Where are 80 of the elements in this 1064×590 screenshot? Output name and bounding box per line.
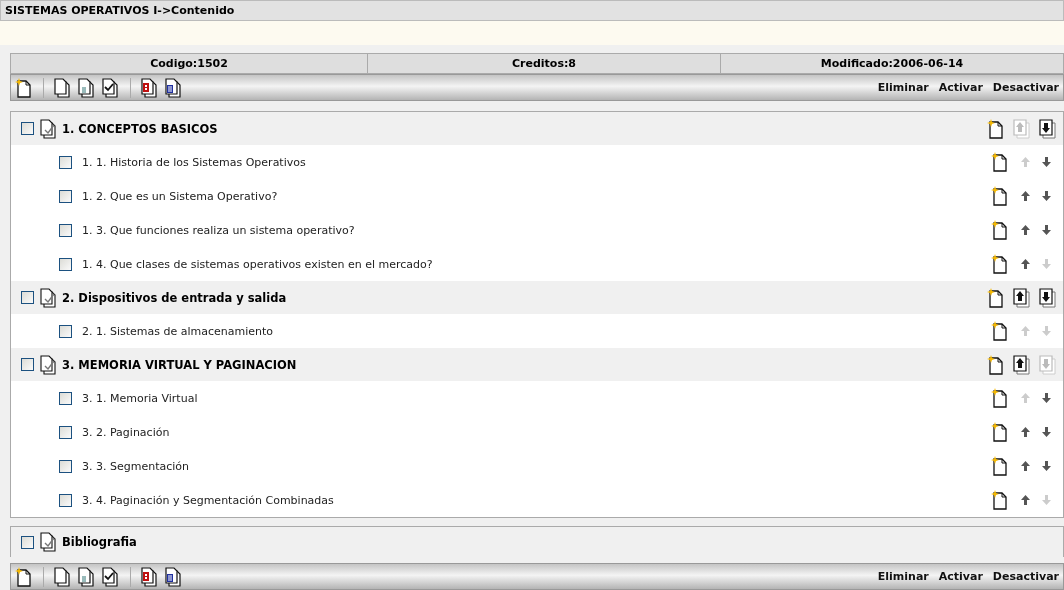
pages-icon[interactable] [78, 77, 96, 98]
checked-pages-icon[interactable] [102, 77, 120, 98]
checked-document-icon [40, 118, 58, 139]
item-title[interactable]: 3. 2. Paginación [82, 425, 170, 439]
checkbox[interactable] [59, 189, 72, 203]
section-title[interactable]: 2. Dispositivos de entrada y salida [62, 290, 287, 305]
new-page-icon[interactable] [991, 456, 1009, 476]
down-arrow-icon[interactable] [1042, 225, 1051, 235]
info-cell: Creditos:8 [367, 54, 720, 73]
action-link[interactable]: Activar [938, 81, 983, 94]
new-page-icon[interactable] [15, 566, 33, 587]
down-arrow-icon[interactable] [1042, 157, 1051, 167]
item-title[interactable]: 3. 4. Paginación y Segmentación Combinadas [82, 493, 334, 507]
info-cell-text: Codigo:1502 [149, 56, 229, 72]
down-arrow-icon[interactable] [1042, 191, 1051, 201]
up-arrow-icon[interactable] [1021, 259, 1030, 269]
item-title[interactable]: 2. 1. Sistemas de almacenamiento [82, 324, 274, 338]
checkbox[interactable] [59, 493, 72, 507]
new-page-icon[interactable] [991, 220, 1009, 240]
move-down-icon[interactable] [1039, 118, 1057, 139]
marked-pages-icon[interactable] [141, 566, 159, 587]
checkbox[interactable] [59, 459, 72, 473]
new-page-icon[interactable] [987, 354, 1005, 375]
text-pages-icon[interactable] [165, 77, 183, 98]
checkbox[interactable] [59, 391, 72, 405]
checked-document-icon [40, 287, 58, 308]
new-page-icon[interactable] [991, 422, 1009, 442]
down-arrow-icon[interactable] [1042, 461, 1051, 471]
item-title[interactable]: 3. 1. Memoria Virtual [82, 391, 198, 405]
copy-pages-icon[interactable] [54, 566, 72, 587]
down-arrow-icon[interactable] [1042, 427, 1051, 437]
new-page-icon[interactable] [987, 287, 1005, 308]
checked-document-icon [40, 354, 58, 375]
checkbox[interactable] [59, 155, 72, 169]
up-arrow-icon[interactable] [1021, 191, 1030, 201]
text-pages-icon[interactable] [165, 566, 183, 587]
new-page-icon[interactable] [987, 118, 1005, 139]
checkbox[interactable] [59, 223, 72, 237]
section-title[interactable]: Bibliografia [62, 535, 137, 549]
marked-pages-icon[interactable] [141, 77, 159, 98]
checked-document-icon [40, 532, 58, 552]
info-cell: Modificado:2006-06-14 [720, 54, 1063, 73]
up-arrow-icon[interactable] [1021, 461, 1030, 471]
new-page-icon[interactable] [991, 186, 1009, 206]
page-title: SISTEMAS OPERATIVOS I->Contenido [0, 0, 1064, 21]
item-title[interactable]: 1. 1. Historia de los Sistemas Operativos [82, 155, 306, 169]
checkbox[interactable] [59, 425, 72, 439]
item-title[interactable]: 3. 3. Segmentación [82, 459, 190, 473]
up-arrow-icon[interactable] [1021, 495, 1030, 505]
checkbox[interactable] [21, 291, 34, 304]
action-link[interactable]: Desactivar [992, 570, 1059, 583]
move-up-icon[interactable] [1013, 354, 1031, 375]
up-arrow-icon[interactable] [1021, 427, 1030, 437]
checkbox[interactable] [21, 535, 34, 549]
action-link[interactable]: Eliminar [877, 570, 929, 583]
new-page-icon[interactable] [991, 321, 1009, 341]
checkbox[interactable] [21, 122, 34, 135]
up-arrow-icon[interactable] [1021, 225, 1030, 235]
item-title[interactable]: 1. 4. Que clases de sistemas operativos existen en el mercado? [82, 257, 433, 271]
new-page-icon[interactable] [991, 254, 1009, 274]
new-page-icon[interactable] [991, 388, 1009, 408]
new-page-icon[interactable] [991, 490, 1009, 510]
section-title[interactable]: 1. CONCEPTOS BASICOS [62, 121, 218, 136]
copy-pages-icon[interactable] [54, 77, 72, 98]
move-up-icon[interactable] [1013, 287, 1031, 308]
checked-pages-icon[interactable] [102, 566, 120, 587]
pages-icon[interactable] [78, 566, 96, 587]
item-title[interactable]: 1. 2. Que es un Sistema Operativo? [82, 189, 278, 203]
item-title[interactable]: 1. 3. Que funciones realiza un sistema operativo? [82, 223, 355, 237]
down-arrow-icon[interactable] [1042, 393, 1051, 403]
section-title[interactable]: 3. MEMORIA VIRTUAL Y PAGINACION [62, 357, 297, 372]
checkbox[interactable] [59, 324, 72, 338]
move-down-icon[interactable] [1039, 287, 1057, 308]
action-link[interactable]: Eliminar [877, 81, 929, 94]
action-link[interactable]: Activar [938, 570, 983, 583]
action-link[interactable]: Desactivar [992, 81, 1059, 94]
new-page-icon[interactable] [991, 152, 1009, 172]
checkbox[interactable] [59, 257, 72, 271]
checkbox[interactable] [21, 358, 34, 371]
new-page-icon[interactable] [15, 77, 33, 98]
